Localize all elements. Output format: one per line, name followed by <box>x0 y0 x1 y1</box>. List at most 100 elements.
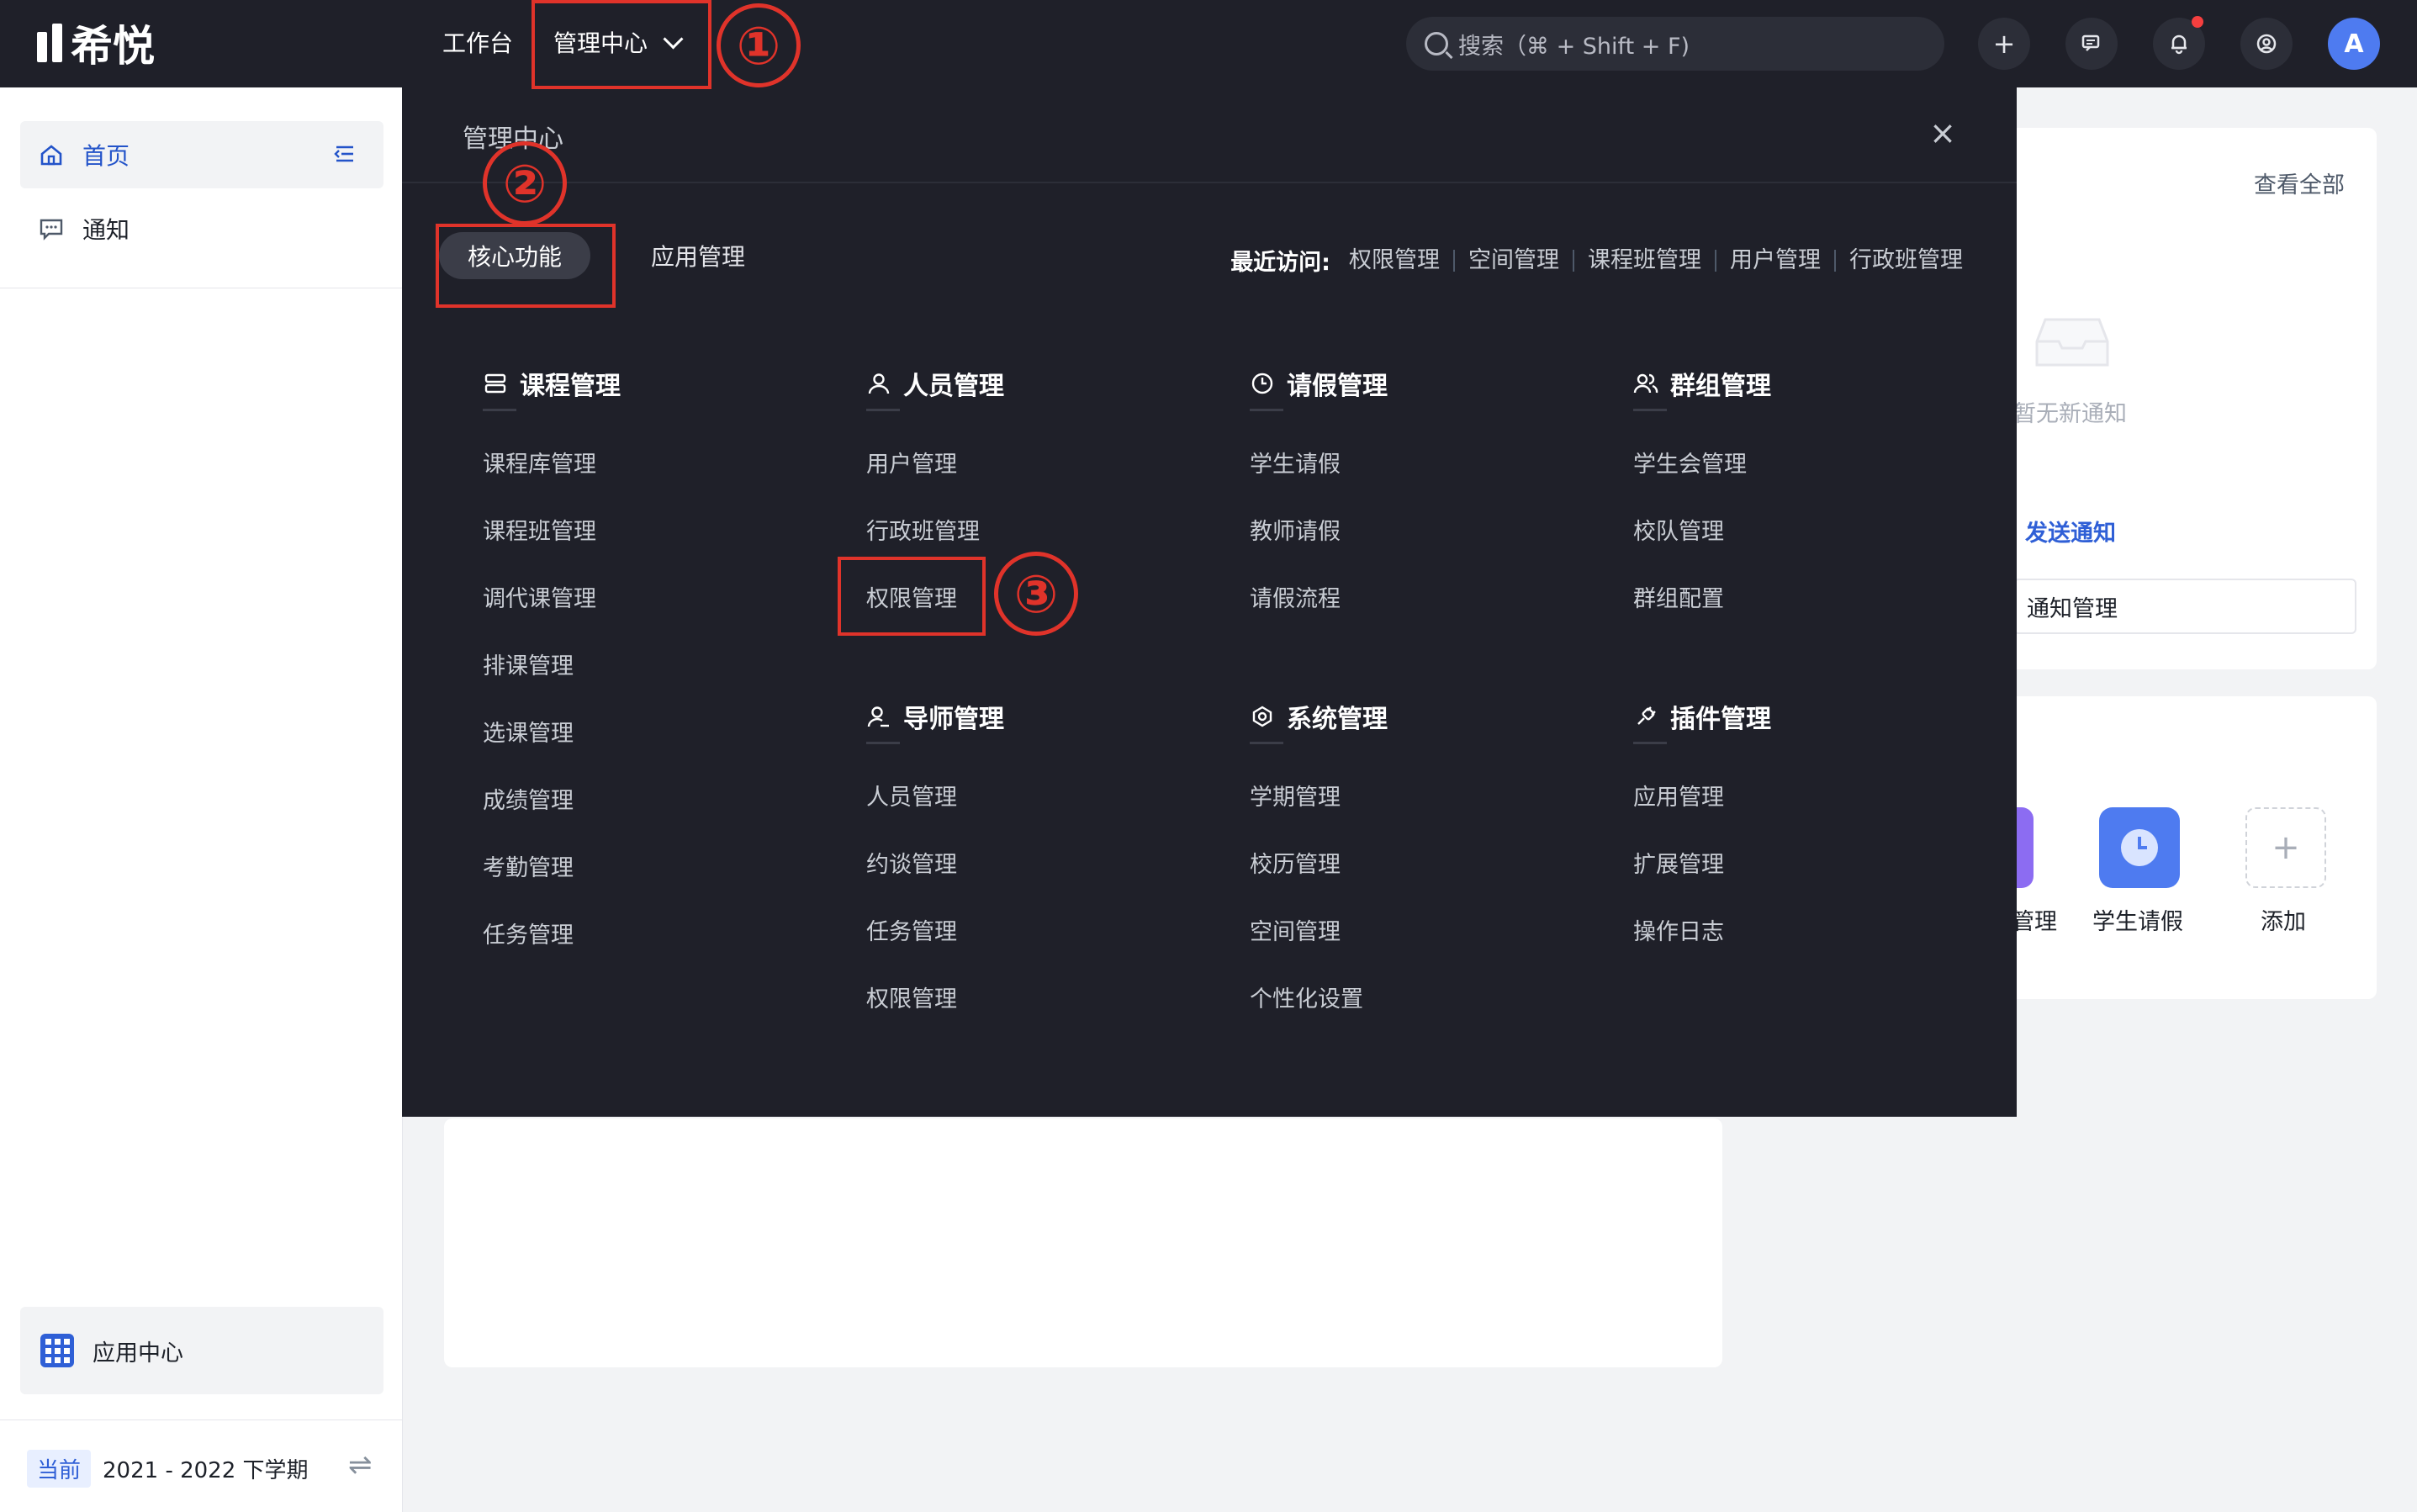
annotation-number-1: ① <box>717 3 801 87</box>
message-button[interactable] <box>2065 18 2118 70</box>
term-selector[interactable]: 当前 2021 - 2022 下学期 <box>27 1450 309 1488</box>
category-person: 人员管理 <box>866 365 1004 402</box>
notification-badge <box>2192 16 2203 28</box>
menu-link[interactable]: 课程班管理 <box>483 513 596 546</box>
recent-title: 最近访问: <box>1230 250 1330 276</box>
notification-button[interactable] <box>2153 16 2205 70</box>
menu-link[interactable]: 任务管理 <box>483 917 574 949</box>
recent-link[interactable]: 用户管理 <box>1716 249 1836 272</box>
manage-center-dropdown: 管理中心 × 核心功能 应用管理 最近访问: 权限管理 空间管理 课程班管理 用… <box>402 87 2017 1117</box>
clock-icon <box>1250 371 1275 396</box>
send-notice-button[interactable]: 发送通知 <box>2013 503 2356 558</box>
menu-link[interactable]: 扩展管理 <box>1633 846 1724 879</box>
menu-link[interactable]: 选课管理 <box>483 715 574 748</box>
sidebar-item-home[interactable]: 首页 <box>20 121 383 188</box>
app-center-button[interactable]: 应用中心 <box>20 1307 383 1394</box>
category-system: 系统管理 <box>1250 698 1388 735</box>
sidebar-item-notice[interactable]: 通知 <box>20 195 383 262</box>
chat-icon <box>2081 34 2100 51</box>
menu-link[interactable]: 学期管理 <box>1250 779 1341 812</box>
menu-link[interactable]: 人员管理 <box>866 779 957 812</box>
category-title: 导师管理 <box>903 705 1004 734</box>
collapse-menu-icon[interactable] <box>333 145 355 163</box>
divider <box>866 409 900 411</box>
nav-workbench[interactable]: 工作台 <box>442 25 513 59</box>
app-label: 管理 <box>2012 909 2057 935</box>
menu-link[interactable]: 权限管理 <box>866 981 957 1013</box>
menu-link[interactable]: 应用管理 <box>1633 779 1724 812</box>
clock-icon <box>2121 829 2158 866</box>
recent-link[interactable]: 权限管理 <box>1335 249 1455 272</box>
menu-link[interactable]: 学生会管理 <box>1633 446 1747 478</box>
menu-link[interactable]: 请假流程 <box>1250 580 1341 613</box>
person-icon <box>866 371 891 396</box>
category-title: 群组管理 <box>1670 372 1771 401</box>
divider <box>866 742 900 744</box>
app-label: 学生请假 <box>2092 909 2183 935</box>
menu-link[interactable]: 任务管理 <box>866 913 957 946</box>
top-bar: 希悦 工作台 管理中心 搜索（⌘ + Shift + F) + A <box>0 0 2417 87</box>
plus-icon: + <box>2272 828 2300 867</box>
bell-icon <box>2171 34 2187 55</box>
group-icon <box>1633 371 1658 396</box>
add-app-button[interactable]: + <box>2245 807 2326 888</box>
category-leave: 请假管理 <box>1250 365 1388 402</box>
student-leave-app[interactable] <box>2099 807 2180 888</box>
recent-link[interactable]: 课程班管理 <box>1574 249 1716 272</box>
grid-apps-icon <box>40 1334 74 1367</box>
recent-visits: 最近访问: 权限管理 空间管理 课程班管理 用户管理 行政班管理 <box>1230 244 1963 277</box>
category-group: 群组管理 <box>1633 365 1771 402</box>
annotation-box-3 <box>838 557 986 636</box>
sidebar: 首页 通知 应用中心 当前 2021 - 2022 下学期 ⇌ <box>0 87 403 1512</box>
menu-link[interactable]: 校历管理 <box>1250 846 1341 879</box>
divider <box>1633 742 1667 744</box>
menu-link[interactable]: 调代课管理 <box>483 580 596 613</box>
home-icon <box>39 142 64 167</box>
close-icon[interactable]: × <box>1928 117 1958 149</box>
annotation-number-3: ③ <box>994 552 1078 636</box>
notice-manage-button[interactable]: 通知管理 <box>2013 579 2356 634</box>
menu-link[interactable]: 群组配置 <box>1633 580 1724 613</box>
annotation-number-2: ② <box>483 141 567 225</box>
menu-link[interactable]: 考勤管理 <box>483 849 574 882</box>
menu-link[interactable]: 排课管理 <box>483 648 574 680</box>
notice-manage-label: 通知管理 <box>2027 595 2118 622</box>
term-tag: 当前 <box>27 1450 92 1488</box>
switch-icon[interactable]: ⇌ <box>348 1448 373 1482</box>
empty-state-text: 暂无新通知 <box>2013 401 2127 427</box>
logo-mark-icon <box>37 24 62 62</box>
send-notice-label: 发送通知 <box>2025 520 2116 547</box>
mentor-icon <box>866 704 891 729</box>
app-label: 添加 <box>2261 909 2306 935</box>
menu-link[interactable]: 个性化设置 <box>1250 981 1363 1013</box>
menu-link[interactable]: 校队管理 <box>1633 513 1724 546</box>
search-placeholder: 搜索（⌘ + Shift + F) <box>1458 33 1690 60</box>
menu-link[interactable]: 用户管理 <box>866 446 957 478</box>
help-button[interactable] <box>2240 18 2293 70</box>
menu-link[interactable]: 约谈管理 <box>866 846 957 879</box>
menu-link[interactable]: 学生请假 <box>1250 446 1341 478</box>
divider <box>1250 742 1283 744</box>
plugin-icon <box>1633 704 1658 729</box>
tab-app-manage[interactable]: 应用管理 <box>651 232 745 279</box>
course-icon <box>483 371 508 396</box>
view-all-link[interactable]: 查看全部 <box>2254 167 2345 199</box>
category-plugin: 插件管理 <box>1633 698 1771 735</box>
menu-link[interactable]: 成绩管理 <box>483 782 574 815</box>
logo[interactable]: 希悦 <box>37 19 155 71</box>
search-input[interactable]: 搜索（⌘ + Shift + F) <box>1406 17 1944 71</box>
menu-link[interactable]: 课程库管理 <box>483 446 596 478</box>
system-icon <box>1250 704 1275 729</box>
menu-link[interactable]: 教师请假 <box>1250 513 1341 546</box>
add-button[interactable]: + <box>1978 18 2030 70</box>
menu-link[interactable]: 空间管理 <box>1250 913 1341 946</box>
menu-link[interactable]: 行政班管理 <box>866 513 980 546</box>
recent-link[interactable]: 空间管理 <box>1455 249 1574 272</box>
category-title: 系统管理 <box>1287 705 1388 734</box>
category-title: 请假管理 <box>1287 372 1388 401</box>
recent-link[interactable]: 行政班管理 <box>1836 249 1963 272</box>
avatar[interactable]: A <box>2328 18 2380 70</box>
menu-link[interactable]: 操作日志 <box>1633 913 1724 946</box>
inbox-icon <box>2035 318 2109 367</box>
divider <box>1633 409 1667 411</box>
